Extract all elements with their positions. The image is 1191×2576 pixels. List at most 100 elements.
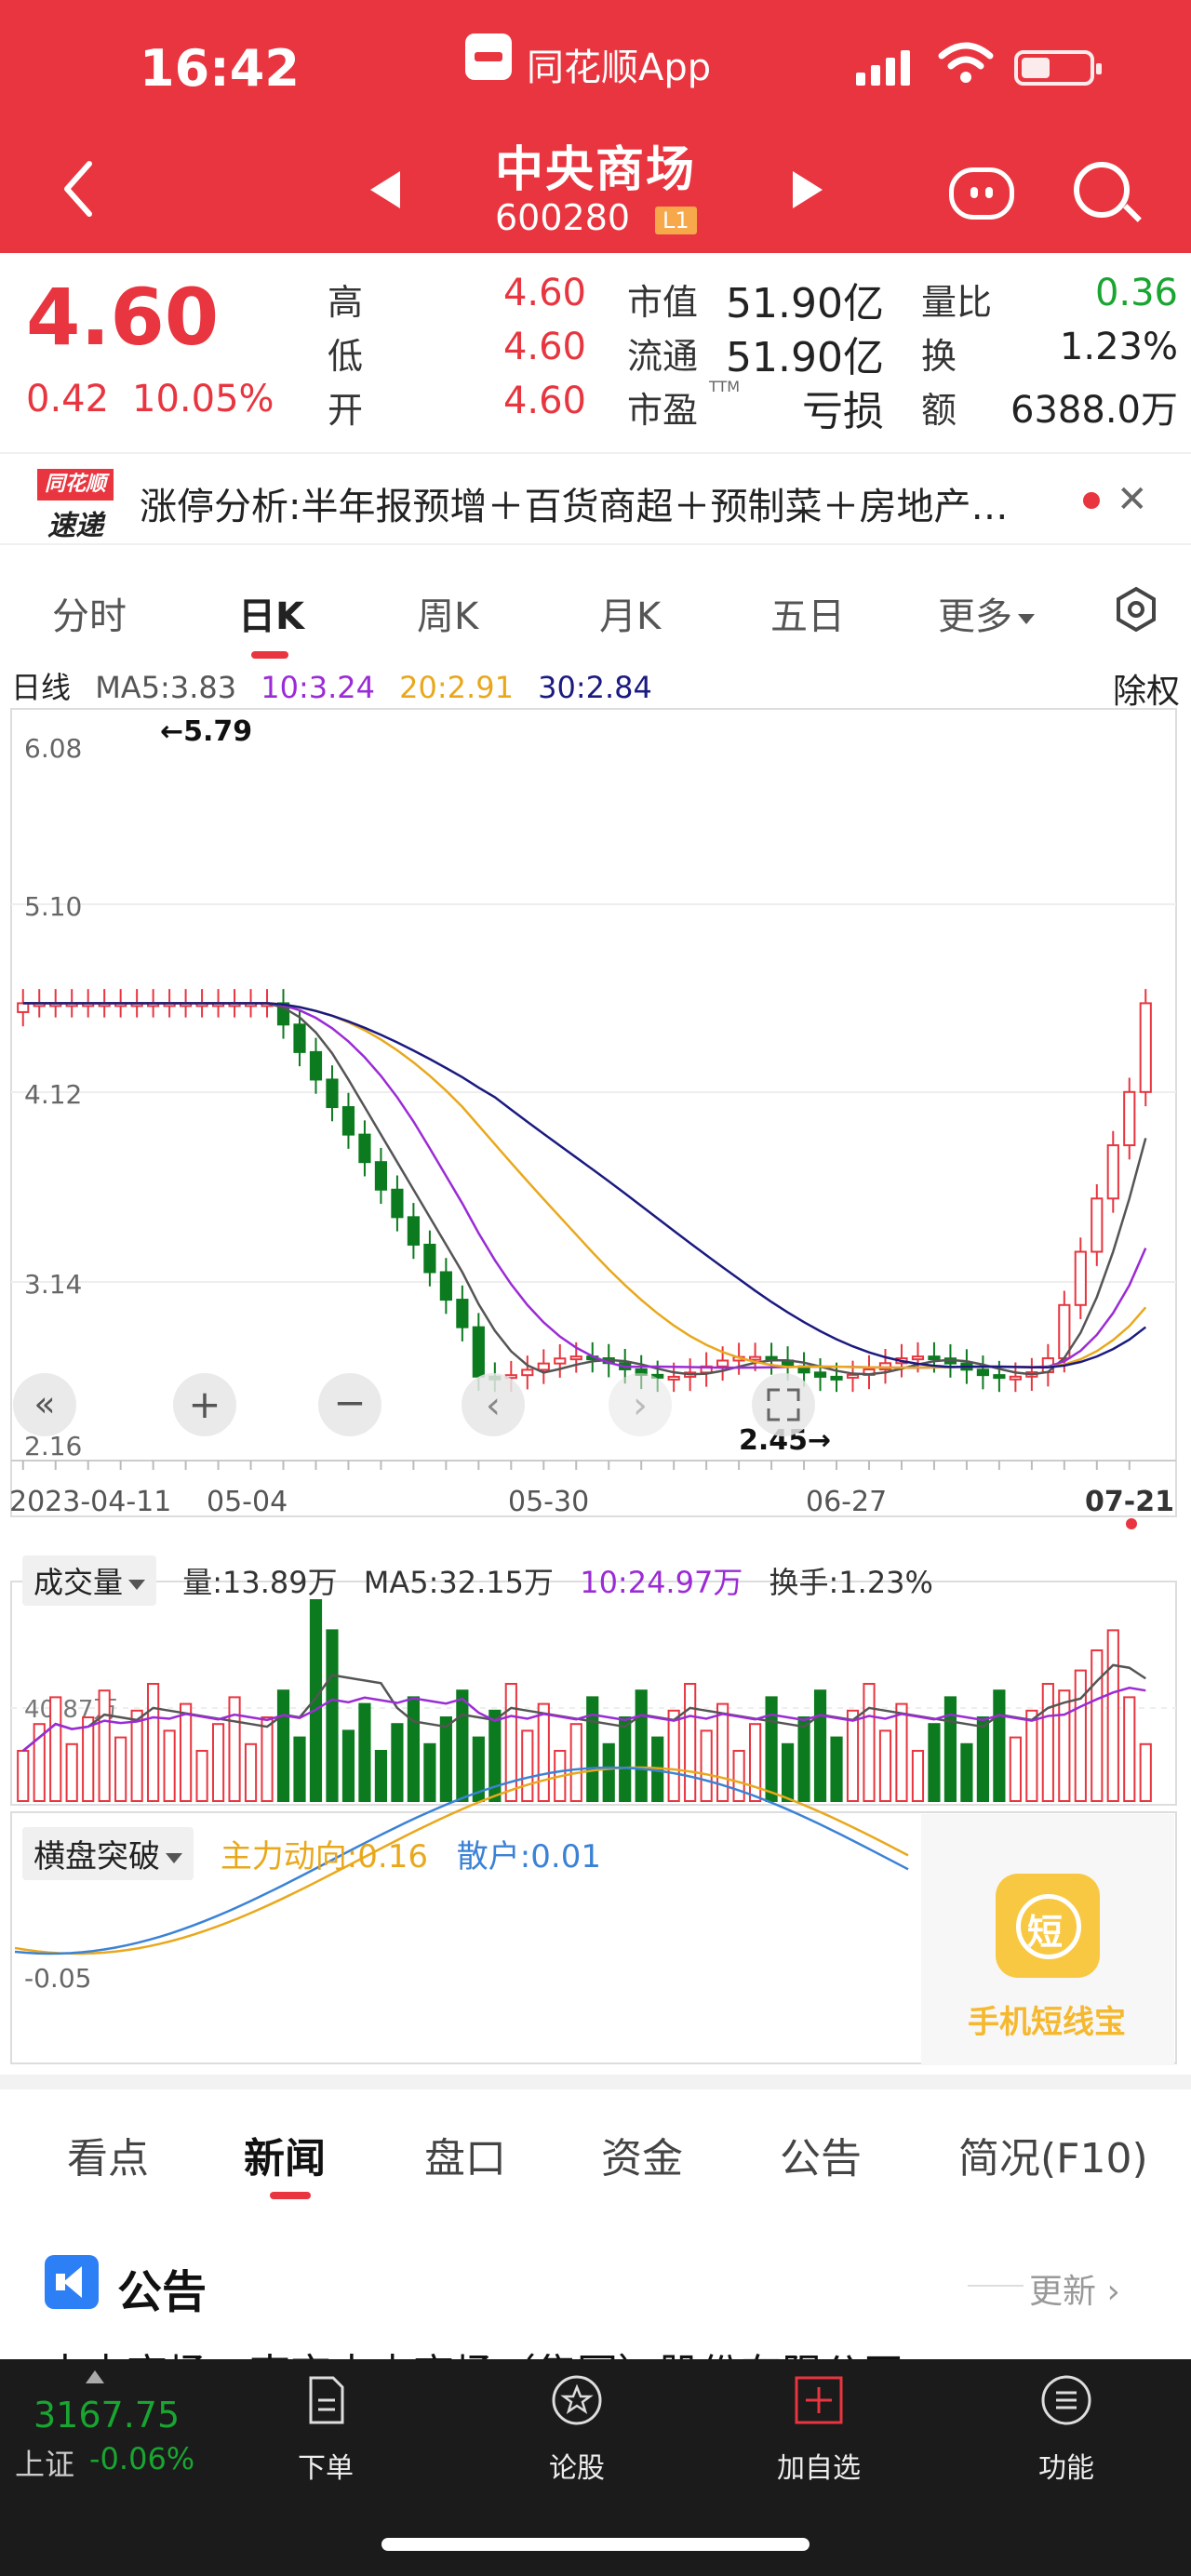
- volume-bar: [326, 1629, 339, 1803]
- current-price: 4.60: [26, 272, 220, 363]
- active-tab-indicator: [270, 2192, 311, 2199]
- tab-monthly-k[interactable]: 月K: [599, 586, 661, 640]
- speaker-icon: [45, 2255, 99, 2309]
- tab-announcements[interactable]: 公告: [780, 2125, 862, 2184]
- volume-ma5: MA5:32.15万: [363, 1565, 555, 1600]
- settings-icon[interactable]: [1113, 586, 1159, 633]
- volume-bar: [928, 1723, 941, 1802]
- more-link[interactable]: 更新 ›: [1029, 2264, 1120, 2313]
- y-tick: 2.16: [24, 1431, 82, 1462]
- index-name: 上证: [15, 2447, 75, 2482]
- short-line-card[interactable]: 短 手机短线宝: [921, 1814, 1174, 2065]
- candle: [1106, 1144, 1119, 1200]
- candle: [391, 1188, 404, 1219]
- volume-bar: [537, 1702, 550, 1802]
- indicator-selector-label: 横盘突破: [33, 1838, 160, 1875]
- nav-add-watchlist[interactable]: 加自选: [744, 2372, 893, 2486]
- volume-bar: [911, 1750, 925, 1802]
- indicator-selector[interactable]: 横盘突破: [22, 1827, 194, 1880]
- volume-bar: [781, 1742, 795, 1803]
- fullscreen-button[interactable]: [752, 1373, 815, 1436]
- search-icon[interactable]: [1074, 162, 1130, 218]
- volume-bar: [1074, 1669, 1087, 1802]
- ticker-text[interactable]: 涨停分析:半年报预增＋百货商超＋预制菜＋房地产…: [140, 476, 1061, 530]
- tab-f10[interactable]: 简况(F10): [958, 2125, 1148, 2184]
- chevron-right-icon: ›: [633, 1384, 648, 1427]
- chevron-down-icon: [1018, 613, 1035, 624]
- volume-bar: [130, 1709, 143, 1803]
- volume-bar: [98, 1689, 111, 1802]
- status-time: 16:42: [140, 39, 300, 98]
- tab-five-day[interactable]: 五日: [770, 586, 845, 640]
- minus-icon: −: [333, 1380, 366, 1425]
- volume-bar: [65, 1742, 78, 1803]
- candle: [472, 1326, 485, 1378]
- ma5-line: [22, 1002, 1147, 1376]
- forum-icon: [552, 2375, 602, 2425]
- next-stock-icon[interactable]: [793, 171, 823, 208]
- volume-bar: [993, 1689, 1006, 1802]
- close-icon[interactable]: ✕: [1117, 478, 1148, 521]
- short-line-icon: 短: [996, 1874, 1100, 1978]
- prev-stock-icon[interactable]: [370, 171, 400, 208]
- volume-bar: [1009, 1736, 1022, 1802]
- candles: [17, 989, 1152, 1393]
- volume-bar: [602, 1742, 615, 1803]
- tab-more[interactable]: 更多: [938, 586, 1035, 640]
- volume-bar: [180, 1702, 193, 1802]
- nav-order[interactable]: 下单: [251, 2372, 400, 2486]
- stock-code: 600280: [495, 197, 631, 238]
- candle: [976, 1368, 989, 1377]
- index-change-pct: -0.06%: [89, 2441, 195, 2476]
- tab-intraday[interactable]: 分时: [52, 586, 127, 640]
- candle: [569, 1355, 582, 1361]
- tab-highlights[interactable]: 看点: [67, 2125, 149, 2184]
- label-float: 流通: [627, 336, 699, 377]
- volume-bar: [976, 1716, 989, 1802]
- ticker-logo-bottom: 速递: [47, 510, 103, 542]
- tab-order-book[interactable]: 盘口: [424, 2125, 506, 2184]
- plus-icon: +: [188, 1381, 221, 1427]
- indicator-header: 横盘突破 主力动向:0.16 散户:0.01: [22, 1827, 601, 1880]
- candle: [358, 1133, 371, 1164]
- tab-news[interactable]: 新闻: [244, 2125, 326, 2184]
- volume-bar: [813, 1689, 827, 1802]
- candle: [374, 1161, 388, 1191]
- news-ticker[interactable]: 同花顺 速递 涨停分析:半年报预增＋百货商超＋预制菜＋房地产…: [0, 452, 1191, 545]
- volume-bar: [1025, 1709, 1038, 1803]
- candle: [1091, 1197, 1104, 1253]
- volume-bar: [1139, 1742, 1152, 1803]
- price-change-pct: 10.05%: [132, 378, 274, 420]
- tab-funds[interactable]: 资金: [601, 2125, 683, 2184]
- candle: [749, 1355, 762, 1361]
- value-low: 4.60: [502, 326, 586, 368]
- robot-assistant-icon[interactable]: [949, 167, 1014, 220]
- volume-bar: [1058, 1689, 1071, 1802]
- back-icon[interactable]: [56, 156, 102, 221]
- label-open: 开: [328, 390, 364, 431]
- expand-up-icon[interactable]: [86, 2370, 104, 2383]
- x-label: 2023-04-11: [9, 1486, 171, 1518]
- short-line-label: 手机短线宝: [968, 2004, 1126, 2041]
- nav-functions[interactable]: 功能: [992, 2372, 1141, 2486]
- nav-forum[interactable]: 论股: [502, 2372, 651, 2486]
- x-label: 05-30: [508, 1486, 589, 1518]
- volume-bar: [147, 1683, 160, 1802]
- double-chevron-left-icon: «: [33, 1383, 55, 1424]
- y-tick: 3.14: [24, 1269, 82, 1300]
- unread-dot-icon: [1083, 492, 1100, 509]
- home-indicator[interactable]: [381, 2538, 810, 2551]
- tab-weekly-k[interactable]: 周K: [417, 586, 478, 640]
- volume-selector[interactable]: 成交量: [22, 1555, 157, 1606]
- tab-daily-k[interactable]: 日K: [238, 586, 304, 640]
- volume-bar: [586, 1696, 599, 1803]
- volume-bar: [358, 1702, 371, 1802]
- candle: [537, 1362, 550, 1371]
- index-value[interactable]: 3167.75: [33, 2395, 180, 2436]
- label-turnover: 换: [921, 336, 957, 377]
- volume-bar: [619, 1716, 632, 1802]
- volume-bar: [244, 1742, 258, 1803]
- volume-bar: [1106, 1629, 1119, 1803]
- value-volume-ratio: 0.36: [1094, 272, 1178, 314]
- nav-add-watchlist-label: 加自选: [777, 2452, 861, 2485]
